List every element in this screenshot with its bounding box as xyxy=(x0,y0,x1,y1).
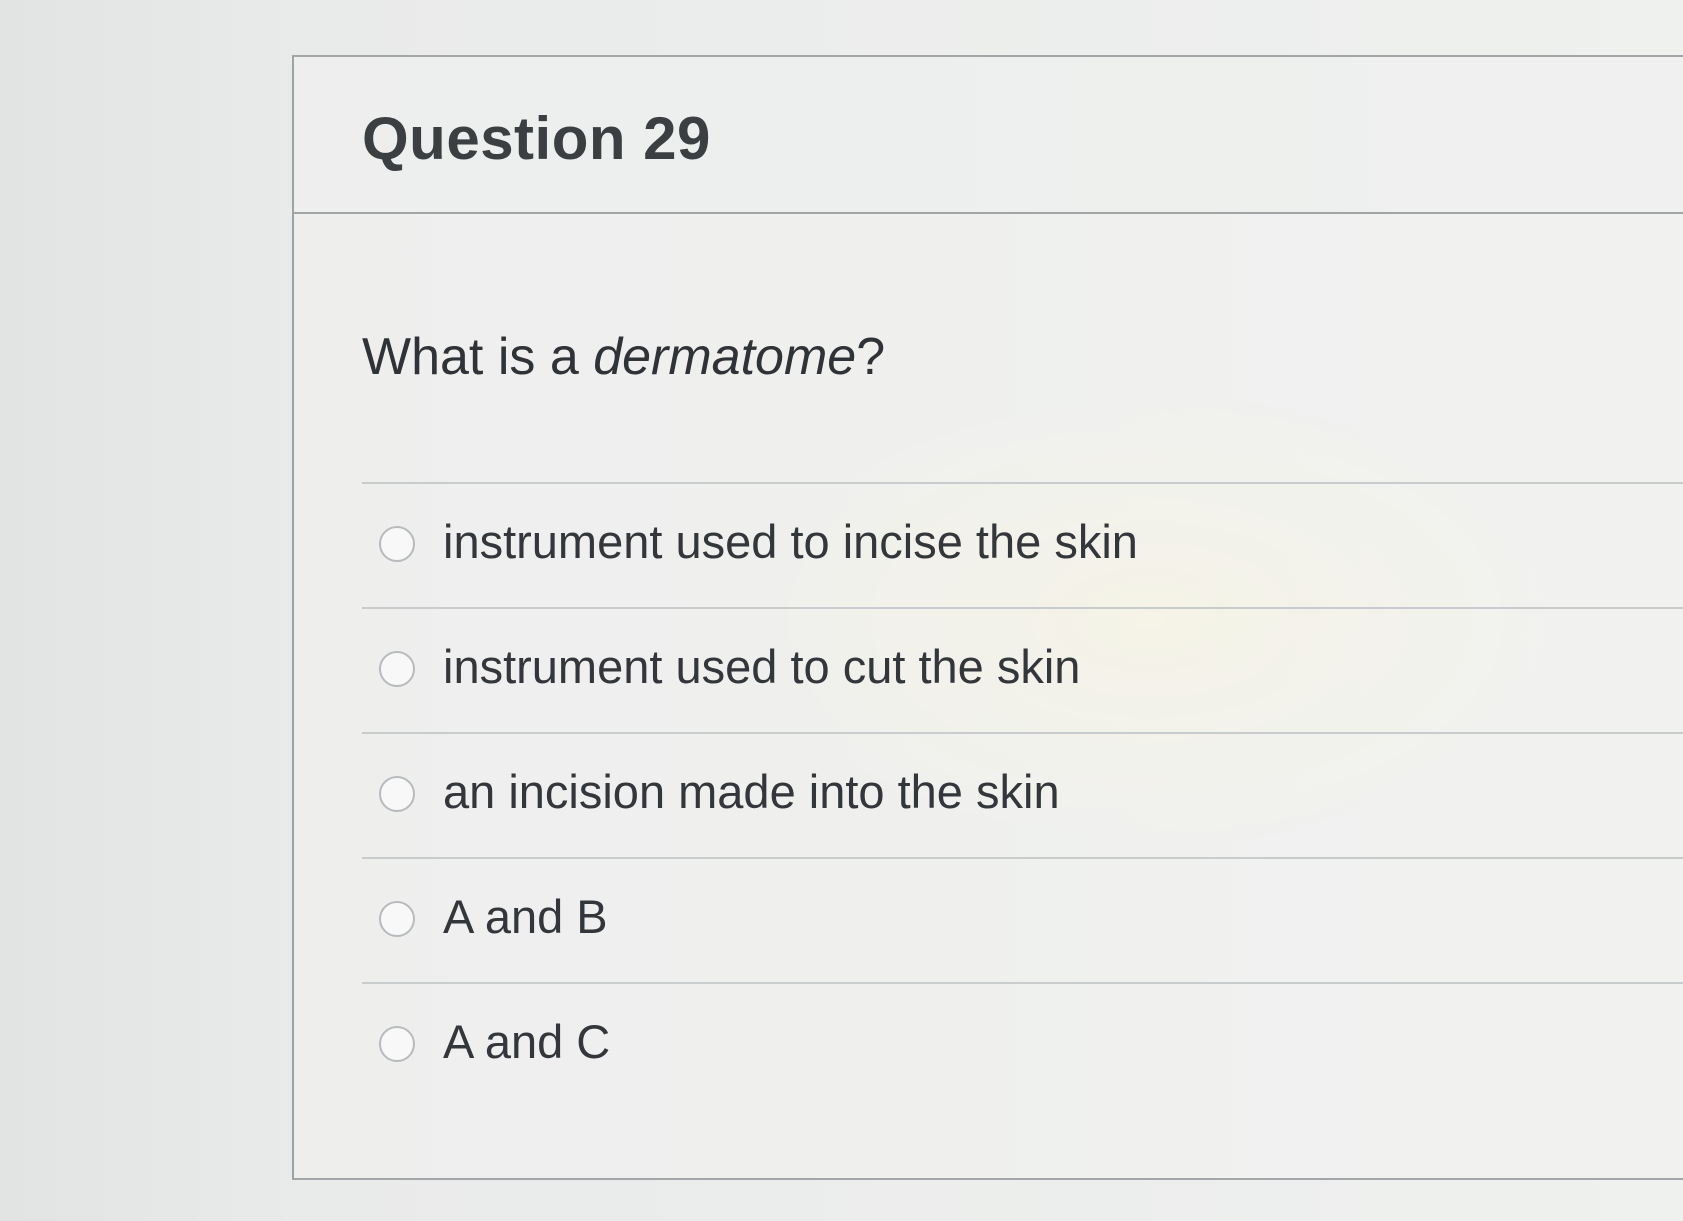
answer-option[interactable]: instrument used to cut the skin xyxy=(362,607,1683,732)
answer-option[interactable]: A and B xyxy=(362,857,1683,982)
question-header: Question 29 xyxy=(294,57,1683,214)
question-title: Question 29 xyxy=(362,105,711,172)
answer-label[interactable]: A and C xyxy=(443,1014,610,1069)
question-card: Question 29 What is a dermatome? instrum… xyxy=(292,55,1683,1180)
prompt-emphasis: dermatome xyxy=(593,328,857,386)
radio-button[interactable] xyxy=(379,1026,415,1062)
answer-option[interactable]: A and C xyxy=(362,982,1683,1107)
radio-button[interactable] xyxy=(379,651,415,687)
answer-label[interactable]: instrument used to cut the skin xyxy=(443,639,1080,694)
answer-option[interactable]: an incision made into the skin xyxy=(362,732,1683,857)
answer-list: instrument used to incise the skin instr… xyxy=(362,482,1683,1107)
radio-button[interactable] xyxy=(379,901,415,937)
quiz-page: Question 29 What is a dermatome? instrum… xyxy=(0,0,1683,1221)
prompt-prefix: What is a xyxy=(362,328,594,386)
radio-button[interactable] xyxy=(379,776,415,812)
answer-label[interactable]: an incision made into the skin xyxy=(443,764,1060,819)
answer-label[interactable]: instrument used to incise the skin xyxy=(443,514,1138,569)
answer-label[interactable]: A and B xyxy=(443,889,608,944)
answer-option[interactable]: instrument used to incise the skin xyxy=(362,482,1683,607)
question-prompt: What is a dermatome? xyxy=(362,327,885,387)
prompt-suffix: ? xyxy=(856,328,886,386)
radio-button[interactable] xyxy=(379,526,415,562)
